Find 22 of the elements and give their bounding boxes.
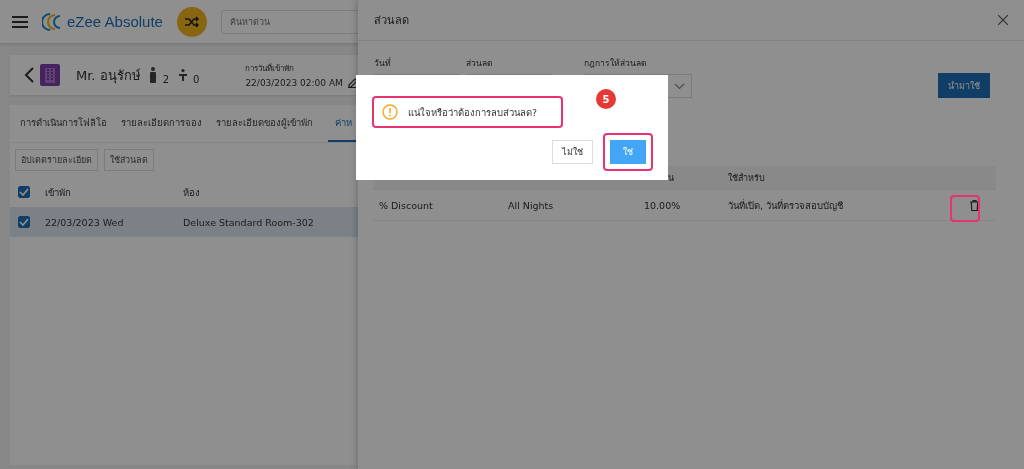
table-cell-text: All Nights bbox=[507, 199, 555, 211]
drawer-title: ส่วนลด bbox=[374, 13, 409, 29]
adult-count: 2 bbox=[162, 74, 169, 85]
table-cell-text: วันที่เปิด, วันที่ตรวจสอบบัญชี bbox=[727, 198, 845, 213]
field-label: ส่วนลด bbox=[466, 57, 494, 70]
column-header: น bbox=[667, 171, 675, 185]
field-label: กฎการให้ส่วนลด bbox=[584, 57, 648, 70]
step-badge: 5 bbox=[596, 89, 616, 109]
column-header: ใช้สำหรับ bbox=[727, 171, 766, 185]
table-cell-text: 10.00% bbox=[643, 199, 682, 211]
column-header: ห้อง bbox=[183, 185, 200, 200]
checkin-date: 22/03/2023 02:00 AM bbox=[245, 77, 343, 88]
checkin-label: การวันที่เข้าพัก bbox=[245, 62, 296, 75]
dialog-message: แน่ใจหรือว่าต้องการลบส่วนลด? bbox=[408, 105, 538, 120]
column-header: เข้าพัก bbox=[45, 185, 72, 200]
guest-name: Mr. อนุรักษ์ bbox=[76, 66, 141, 86]
table-cell-text: % Discount bbox=[378, 199, 434, 211]
field-label: วันที่ bbox=[374, 56, 392, 70]
table-cell-text: 22/03/2023 Wed bbox=[45, 216, 125, 228]
table-cell: Deluxe Standard Room-302 bbox=[183, 216, 314, 228]
brand-name: eZee Absolute bbox=[67, 13, 163, 30]
child-count: 0 bbox=[193, 74, 200, 85]
